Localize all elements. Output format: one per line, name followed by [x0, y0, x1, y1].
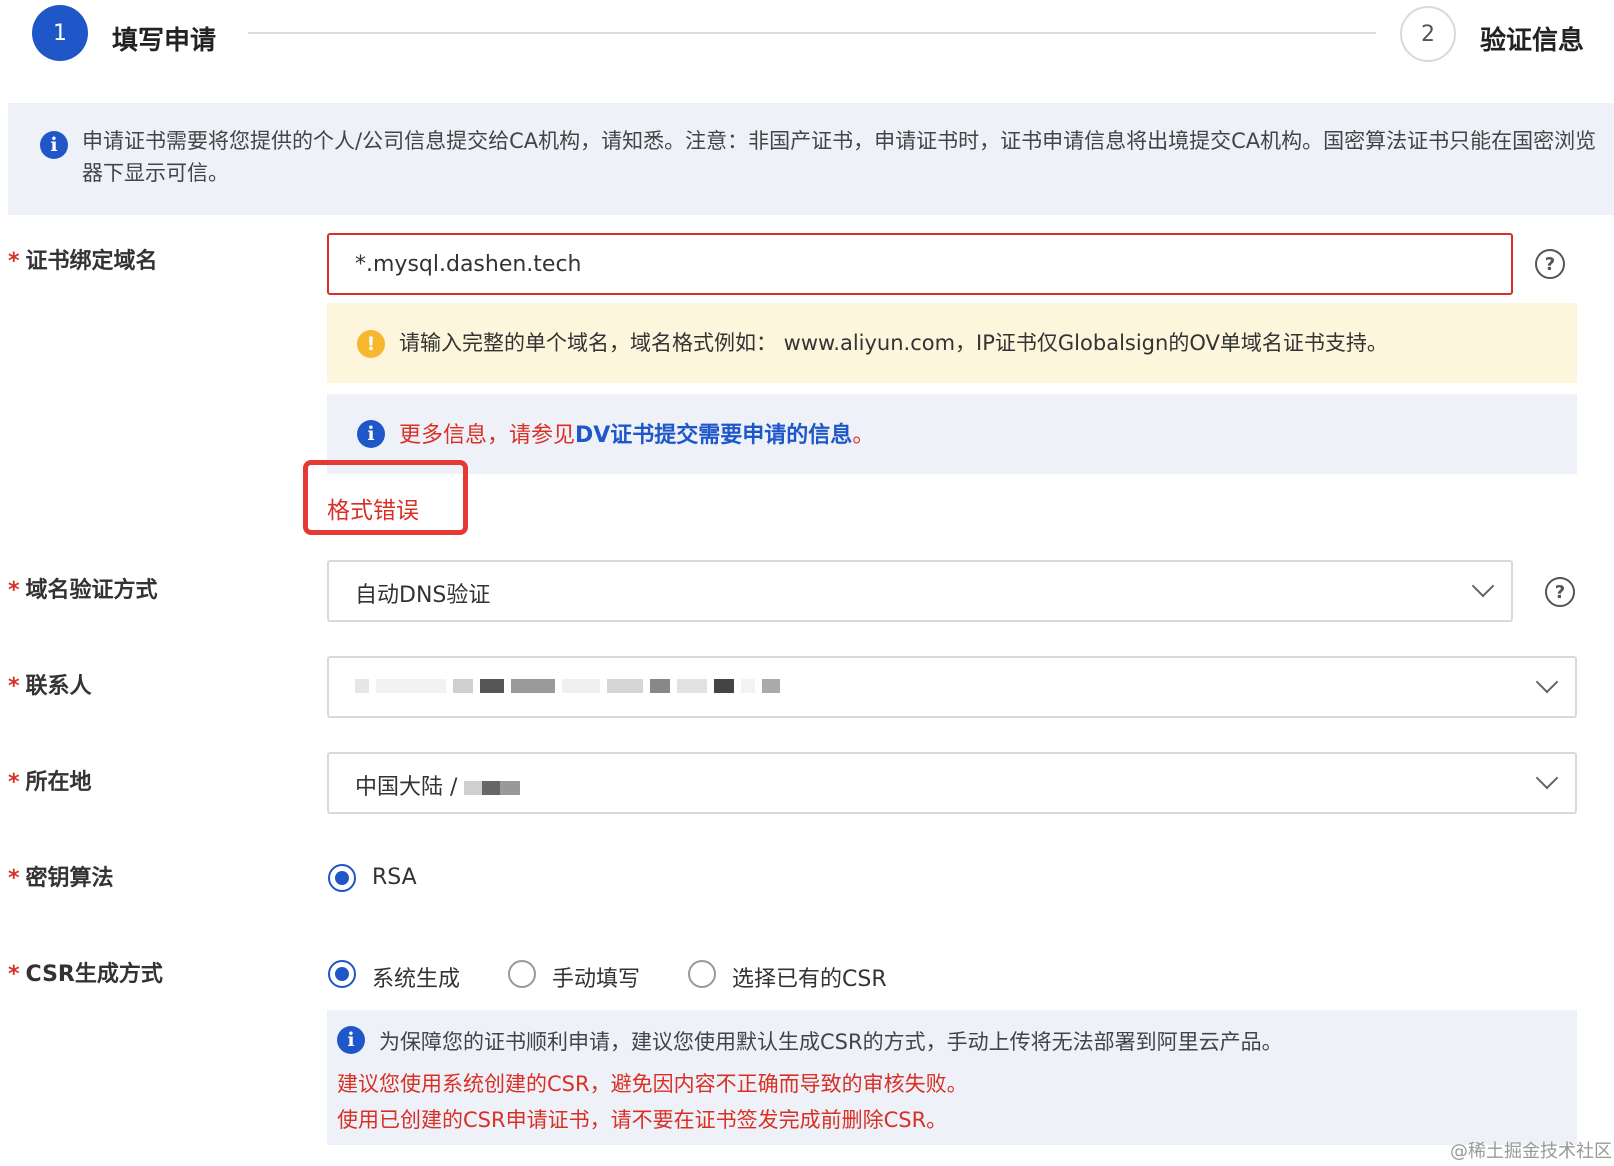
location-label: * 所在地: [8, 770, 92, 795]
verify-method-select[interactable]: 自动DNS验证: [327, 560, 1513, 622]
csr-note-line-2: 建议您使用系统创建的CSR，避免因内容不正确而导致的审核失败。: [337, 1072, 968, 1096]
info-icon: i: [337, 1026, 365, 1054]
dv-info-link[interactable]: DV证书提交需要申请的信息: [575, 423, 852, 448]
location-redacted: [464, 775, 521, 800]
domain-text-field[interactable]: [329, 235, 1511, 293]
info-banner: i 申请证书需要将您提供的个人/公司信息提交给CA机构，请知悉。注意：非国产证书…: [8, 103, 1614, 215]
domain-input[interactable]: [327, 233, 1513, 295]
info-icon: i: [357, 420, 385, 448]
csr-note-line-1: 为保障您的证书顺利申请，建议您使用默认生成CSR的方式，手动上传将无法部署到阿里…: [379, 1030, 1283, 1054]
radio-csr-existing-label[interactable]: 选择已有的CSR: [732, 961, 887, 993]
radio-csr-manual[interactable]: [508, 960, 536, 988]
verify-method-label: * 域名验证方式: [8, 578, 158, 603]
radio-rsa[interactable]: [328, 864, 356, 892]
stepper: 1 填写申请 2 验证信息: [0, 0, 1614, 80]
radio-rsa-label[interactable]: RSA: [372, 865, 417, 890]
step-2-indicator: 2: [1400, 6, 1456, 62]
contact-select[interactable]: [327, 656, 1577, 718]
chevron-down-icon: [1535, 670, 1559, 694]
domain-label: * 证书绑定域名: [8, 249, 158, 274]
csr-note-line-3: 使用已创建的CSR申请证书，请不要在证书签发完成前删除CSR。: [337, 1108, 948, 1132]
more-info-text: 更多信息，请参见DV证书提交需要申请的信息。: [399, 423, 875, 448]
help-icon[interactable]: ?: [1545, 577, 1575, 607]
step-1-label: 填写申请: [112, 26, 217, 56]
step-connector: [248, 32, 1376, 34]
warning-icon: !: [357, 330, 385, 358]
radio-csr-existing[interactable]: [688, 960, 716, 988]
csr-note-box: i 为保障您的证书顺利申请，建议您使用默认生成CSR的方式，手动上传将无法部署到…: [327, 1010, 1577, 1145]
radio-csr-system[interactable]: [328, 960, 356, 988]
warning-text: 请输入完整的单个域名，域名格式例如： www.aliyun.com，IP证书仅G…: [399, 331, 1388, 355]
banner-text: 申请证书需要将您提供的个人/公司信息提交给CA机构，请知悉。注意：非国产证书，申…: [82, 129, 1597, 185]
format-error-text: 格式错误: [327, 498, 419, 524]
key-algorithm-label: * 密钥算法: [8, 866, 114, 891]
help-icon[interactable]: ?: [1535, 249, 1565, 279]
more-info-box: i 更多信息，请参见DV证书提交需要申请的信息。: [327, 394, 1577, 474]
radio-csr-system-label[interactable]: 系统生成: [372, 961, 460, 993]
contact-value-redacted: [355, 673, 780, 698]
info-icon: i: [40, 131, 68, 159]
chevron-down-icon: [1471, 574, 1495, 598]
radio-csr-manual-label[interactable]: 手动填写: [552, 961, 640, 993]
required-mark: *: [8, 249, 20, 274]
domain-warning: ! 请输入完整的单个域名，域名格式例如： www.aliyun.com，IP证书…: [327, 303, 1577, 383]
csr-label: * CSR生成方式: [8, 962, 163, 987]
contact-label: * 联系人: [8, 674, 92, 699]
location-select[interactable]: 中国大陆 /: [327, 752, 1577, 814]
step-2-label: 验证信息: [1480, 26, 1585, 56]
step-1-indicator: 1: [32, 5, 88, 61]
watermark: @稀土掘金技术社区: [1450, 1141, 1612, 1162]
chevron-down-icon: [1535, 766, 1559, 790]
